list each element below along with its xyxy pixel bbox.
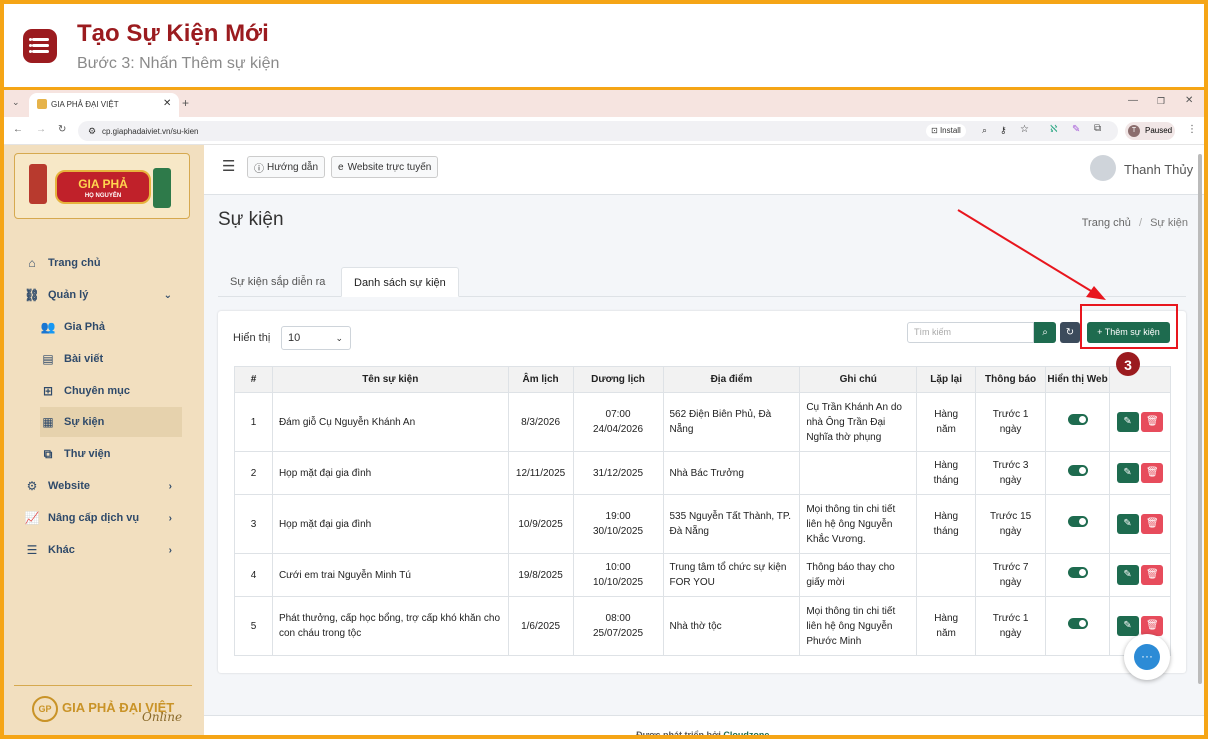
annotation-arrow-line: [957, 209, 1097, 295]
annotation-arrow-head: [1086, 286, 1106, 300]
step-badge-number: 3: [1124, 357, 1132, 373]
annotation-overlay: [957, 209, 1178, 376]
tutorial-frame: Tạo Sự Kiện Mới Bước 3: Nhấn Thêm sự kiệ…: [0, 0, 1208, 739]
annotation-highlight-box: [1080, 304, 1178, 349]
